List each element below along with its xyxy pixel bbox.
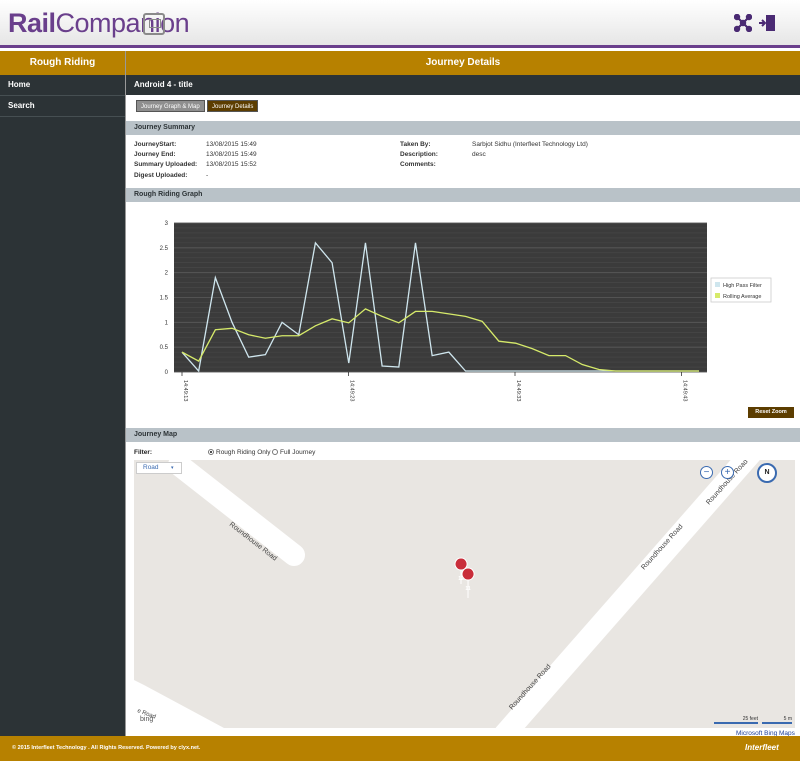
tablet-logo-icon	[143, 13, 165, 35]
taken-by-label: Taken By:	[400, 141, 431, 148]
journey-graph-map-button[interactable]: Journey Graph & Map	[136, 100, 205, 112]
filter-full-journey-radio[interactable]: Full Journey	[272, 449, 315, 456]
marker-label: 11	[465, 586, 471, 592]
journey-start-value: 13/08/2015 15:49	[206, 141, 257, 148]
sidebar: Rough Riding Home Search	[0, 51, 125, 736]
journey-title: Android 4 - title	[126, 75, 800, 95]
digest-uploaded-label: Digest Uploaded:	[134, 172, 188, 179]
x-tick-label: 14:49:13	[182, 380, 188, 401]
x-tick-label: 14:49:43	[682, 380, 688, 401]
logout-icon[interactable]	[757, 14, 777, 34]
chevron-down-icon: ▾	[171, 465, 174, 471]
y-tick-label: 3	[165, 221, 169, 227]
scale-meters: 5 m	[762, 716, 792, 724]
rough-riding-chart[interactable]: 0 0.5 1 1.5 2 2.5 3 14:49:13 14:49:23 14:49:33 14:…	[126, 207, 800, 427]
scale-feet-label: 25 feet	[742, 716, 758, 722]
footer: © 2015 Interfleet Technology . All Right…	[0, 736, 800, 761]
main-content: Journey Details Android 4 - title Journe…	[125, 51, 800, 737]
logo-text-bold: Rail	[8, 8, 56, 38]
interfleet-logo: Interfleet	[745, 743, 779, 752]
compass-icon[interactable]: N	[757, 463, 777, 483]
filter-rough-riding-label: Rough Riding Only	[216, 449, 271, 456]
bing-logo: bing	[140, 716, 153, 723]
footer-copyright: © 2015 Interfleet Technology . All Right…	[12, 745, 201, 751]
journey-end-label: Journey End:	[134, 151, 176, 158]
legend-label: High Pass Filter	[723, 283, 762, 289]
journey-start-label: JourneyStart:	[134, 141, 177, 148]
y-tick-label: 2.5	[160, 246, 169, 252]
zoom-in-icon[interactable]: +	[721, 466, 734, 479]
zoom-out-icon[interactable]: −	[700, 466, 713, 479]
sidebar-item-home[interactable]: Home	[0, 75, 125, 96]
network-icon[interactable]	[733, 13, 753, 34]
sidebar-title: Rough Riding	[0, 51, 125, 75]
road-segment	[495, 460, 760, 728]
bing-label: bing	[140, 716, 154, 723]
compass-label: N	[764, 469, 770, 476]
legend-label: Rolling Average	[723, 294, 761, 300]
digest-uploaded-value: -	[206, 172, 209, 179]
y-tick-label: 1	[165, 320, 169, 326]
app-header: RailCompanion	[0, 0, 800, 48]
radio-selected-icon	[208, 449, 214, 455]
road-segment	[168, 460, 305, 566]
description-value: desc	[472, 151, 486, 158]
map-style-select[interactable]: Road ▾	[136, 462, 182, 474]
y-tick-label: 0.5	[160, 345, 169, 351]
radio-empty-icon	[272, 449, 278, 455]
legend-swatch	[715, 293, 720, 298]
journey-summary-heading: Journey Summary	[126, 121, 800, 135]
filter-label: Filter:	[134, 449, 153, 456]
journey-end-value: 13/08/2015 15:49	[206, 151, 257, 158]
description-label: Description:	[400, 151, 438, 158]
x-tick-label: 14:49:33	[515, 380, 521, 401]
map-svg: Roundhouse Road Roundhouse Road Roundhou…	[134, 460, 760, 728]
summary-uploaded-label: Summary Uploaded:	[134, 161, 198, 168]
journey-details-button[interactable]: Journey Details	[207, 100, 259, 112]
map-style-value: Road	[143, 464, 159, 471]
sidebar-item-search[interactable]: Search	[0, 96, 125, 117]
y-tick-label: 2	[165, 271, 169, 277]
summary-uploaded-value: 13/08/2015 15:52	[206, 161, 257, 168]
reset-zoom-button[interactable]: Reset Zoom	[748, 407, 794, 418]
rough-riding-graph-heading: Rough Riding Graph	[126, 188, 800, 202]
y-tick-label: 1.5	[160, 296, 169, 302]
x-tick-label: 14:49:23	[349, 380, 355, 401]
map-marker-11[interactable]: 11	[461, 567, 475, 599]
taken-by-value: Sarbjot Sidhu (Interfleet Technology Ltd…	[472, 141, 588, 148]
filter-full-journey-label: Full Journey	[280, 449, 316, 456]
journey-map-heading: Journey Map	[126, 428, 800, 442]
chart-svg: 0 0.5 1 1.5 2 2.5 3 14:49:13 14:49:23 14:49:33 14:…	[160, 221, 772, 401]
journey-map[interactable]: Roundhouse Road Roundhouse Road Roundhou…	[134, 460, 795, 728]
main-title: Journey Details	[126, 51, 800, 75]
comments-label: Comments:	[400, 161, 436, 168]
scale-m-label: 5 m	[783, 716, 792, 722]
filter-rough-riding-radio[interactable]: Rough Riding Only	[208, 449, 271, 456]
y-tick-label: 0	[165, 370, 169, 376]
scale-feet: 25 feet	[714, 716, 758, 724]
legend-swatch	[715, 282, 720, 287]
logo-text-light: Companion	[55, 8, 190, 38]
